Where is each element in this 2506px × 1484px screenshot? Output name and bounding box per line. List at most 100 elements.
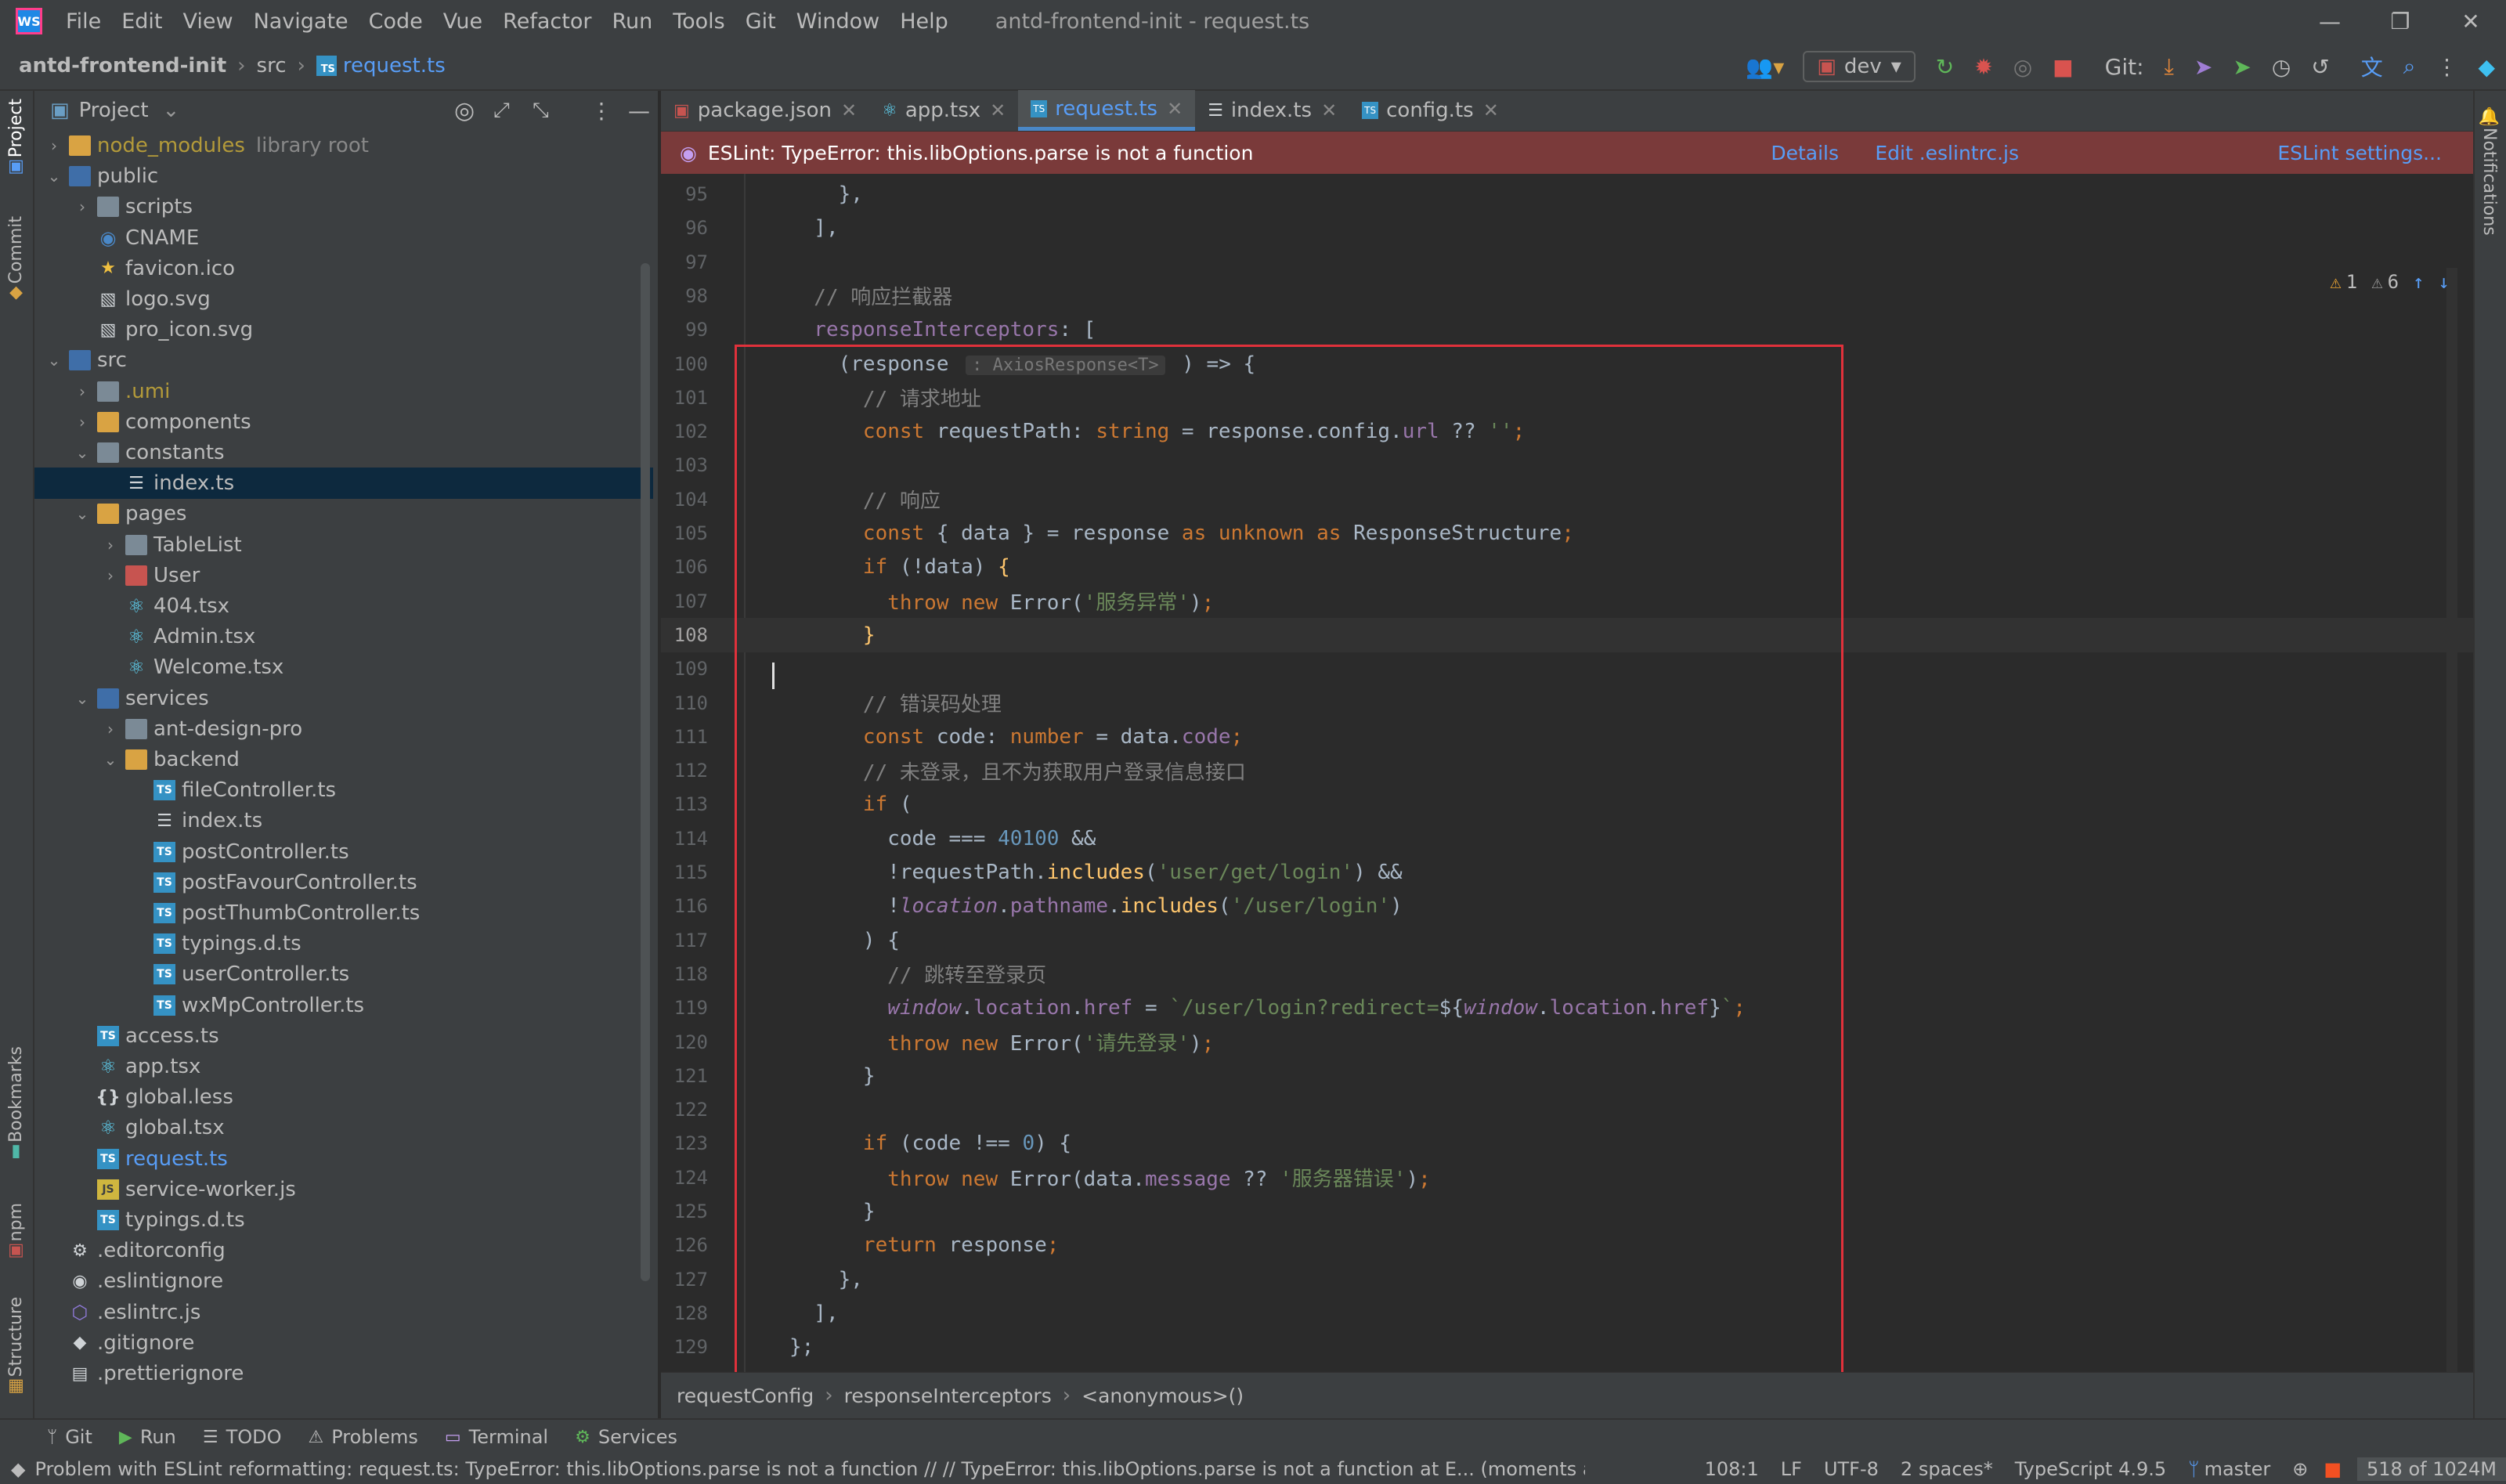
tree-item[interactable]: › .umi <box>34 376 653 407</box>
tree-item[interactable]: ⚛ 404.tsx <box>34 590 653 622</box>
code-editor[interactable]: 95 }, 96 ], 97 98 // 响应拦截器 99 responseInterc… <box>661 174 2473 1372</box>
menu-vue[interactable]: Vue <box>443 9 482 34</box>
tree-item[interactable]: TS wxMpController.ts <box>34 990 653 1021</box>
chevron-down-icon[interactable]: ⌄ <box>45 351 63 370</box>
stop-icon[interactable]: ■ <box>2053 54 2073 80</box>
breadcrumb-item[interactable]: <anonymous>() <box>1081 1385 1244 1407</box>
chevron-right-icon[interactable]: › <box>74 382 91 401</box>
search-icon[interactable]: ⌕ <box>2403 53 2416 80</box>
rerun-icon[interactable]: ↻ <box>1936 54 1954 80</box>
chevron-right-icon[interactable]: › <box>102 536 119 554</box>
notifications-tool-button[interactable]: 🔔 Notifications <box>2479 107 2499 236</box>
menu-run[interactable]: Run <box>612 9 652 34</box>
menu-navigate[interactable]: Navigate <box>254 9 348 34</box>
tree-item[interactable]: TS postController.ts <box>34 836 653 868</box>
tree-item[interactable]: TS fileController.ts <box>34 774 653 806</box>
tab-app-tsx[interactable]: ⚛ app.tsx ✕ <box>869 90 1018 131</box>
structure-tool-button[interactable]: ▦ Structure <box>6 1297 26 1396</box>
details-link[interactable]: Details <box>1771 142 1839 164</box>
translate-icon[interactable]: 文 <box>2361 51 2383 82</box>
tree-item[interactable]: › components <box>34 406 653 438</box>
toolwindow-git[interactable]: ᛘ Git <box>47 1426 92 1448</box>
tree-item[interactable]: {} global.less <box>34 1081 653 1113</box>
tree-item[interactable]: JS service-worker.js <box>34 1174 653 1205</box>
tree-item[interactable]: ⬡ .eslintrc.js <box>34 1297 653 1328</box>
tree-item[interactable]: ☰ index.ts <box>34 468 653 500</box>
tree-item[interactable]: › ant-design-pro <box>34 713 653 745</box>
menu-code[interactable]: Code <box>369 9 423 34</box>
menu-help[interactable]: Help <box>900 9 948 34</box>
debug-icon[interactable]: ✹ <box>1974 54 1992 80</box>
update-project-icon[interactable]: ⤓ <box>2165 53 2174 80</box>
commit-tool-button[interactable]: ◆ Commit <box>6 216 26 303</box>
tree-item[interactable]: ⚛ Admin.tsx <box>34 621 653 652</box>
breadcrumb-item[interactable]: responseInterceptors <box>844 1385 1052 1407</box>
menu-window[interactable]: Window <box>796 9 879 34</box>
tree-item[interactable]: ▤ .prettierignore <box>34 1358 653 1389</box>
account-icon[interactable]: 👥▾ <box>1746 54 1784 80</box>
tree-item[interactable]: TS access.ts <box>34 1020 653 1052</box>
menu-view[interactable]: View <box>182 9 233 34</box>
tree-item[interactable]: › scripts <box>34 191 653 222</box>
tree-item[interactable]: ⚙ .editorconfig <box>34 1235 653 1266</box>
tree-item[interactable]: ⌄ constants <box>34 437 653 468</box>
tree-item[interactable]: TS userController.ts <box>34 959 653 990</box>
breadcrumb-src[interactable]: src <box>257 54 287 78</box>
more-vert-icon[interactable]: ⋮ <box>590 98 612 124</box>
menu-file[interactable]: File <box>66 9 101 34</box>
tree-item[interactable]: ⚛ global.tsx <box>34 1112 653 1143</box>
push-icon[interactable]: ➤ <box>2233 54 2251 80</box>
profile-icon[interactable]: ◎ <box>2013 54 2032 80</box>
locate-file-icon[interactable]: ◎ <box>454 97 475 125</box>
previous-highlight-icon[interactable]: ↑ <box>2413 271 2424 293</box>
status-message[interactable]: Problem with ESLint reformatting: reques… <box>34 1458 1585 1480</box>
tree-item[interactable]: ★ favicon.ico <box>34 253 653 284</box>
tab-request-ts[interactable]: TS request.ts ✕ <box>1018 90 1196 131</box>
chevron-right-icon[interactable]: › <box>102 566 119 585</box>
tree-item[interactable]: › User <box>34 560 653 591</box>
chevron-down-icon[interactable]: ⌄ <box>163 99 180 122</box>
chevron-right-icon[interactable]: › <box>74 413 91 431</box>
chevron-right-icon[interactable]: › <box>102 720 119 738</box>
project-scrollbar[interactable] <box>641 263 650 1281</box>
rollback-icon[interactable]: ↺ <box>2311 54 2329 80</box>
tree-item[interactable]: ▧ logo.svg <box>34 283 653 315</box>
breadcrumb-item[interactable]: requestConfig <box>677 1385 814 1407</box>
collapse-all-icon[interactable]: ⤡ <box>533 99 549 123</box>
inspection-widget[interactable]: ⚠ 1 ⚠ 6 ↑ ↓ <box>2330 271 2450 293</box>
close-tab-icon[interactable]: ✕ <box>1321 99 1337 121</box>
tree-item[interactable]: ◉ CNAME <box>34 222 653 254</box>
tree-item[interactable]: ⌄ pages <box>34 498 653 529</box>
commit-icon[interactable]: ➤ <box>2194 54 2212 80</box>
chevron-down-icon[interactable]: ⌄ <box>74 689 91 708</box>
tree-item[interactable]: TS postFavourController.ts <box>34 867 653 898</box>
tree-item[interactable]: ▧ pro_icon.svg <box>34 314 653 345</box>
eslint-settings-link[interactable]: ESLint settings... <box>2277 142 2442 164</box>
line-separator[interactable]: LF <box>1781 1458 1802 1480</box>
file-encoding[interactable]: UTF-8 <box>1824 1458 1879 1480</box>
tree-item[interactable]: ⌄ src <box>34 345 653 376</box>
toolwindow-services[interactable]: ⚙ Services <box>575 1426 677 1448</box>
chevron-down-icon[interactable]: ⌄ <box>74 504 91 523</box>
close-tab-icon[interactable]: ✕ <box>990 99 1006 121</box>
bookmarks-tool-button[interactable]: ▮ Bookmarks <box>6 1046 26 1162</box>
menu-git[interactable]: Git <box>746 9 776 34</box>
more-vert-icon[interactable]: ⋮ <box>2436 54 2457 80</box>
tree-item[interactable]: ☰ index.ts <box>34 805 653 836</box>
language-service[interactable]: TypeScript 4.9.5 <box>2015 1458 2166 1480</box>
run-config-selector[interactable]: ▣ dev ▾ <box>1803 51 1916 82</box>
edit-eslintrc-link[interactable]: Edit .eslintrc.js <box>1875 142 2019 164</box>
next-highlight-icon[interactable]: ↓ <box>2439 271 2450 293</box>
lock-icon[interactable]: ⊕ <box>2292 1458 2308 1480</box>
breadcrumb-file[interactable]: request.ts <box>343 54 446 78</box>
tree-item[interactable]: ⌄ backend <box>34 744 653 775</box>
minimize-button[interactable]: — <box>2295 0 2365 42</box>
toolwindow-problems[interactable]: ⚠ Problems <box>309 1426 418 1448</box>
npm-tool-button[interactable]: ▣ npm <box>6 1203 26 1261</box>
expand-all-icon[interactable]: ⤢ <box>493 99 510 123</box>
history-icon[interactable]: ◷ <box>2272 54 2291 80</box>
restore-button[interactable]: ❐ <box>2365 0 2436 42</box>
caret-position[interactable]: 108:1 <box>1705 1458 1759 1480</box>
indent-setting[interactable]: 2 spaces* <box>1901 1458 1993 1480</box>
close-window-button[interactable]: ✕ <box>2436 0 2506 42</box>
